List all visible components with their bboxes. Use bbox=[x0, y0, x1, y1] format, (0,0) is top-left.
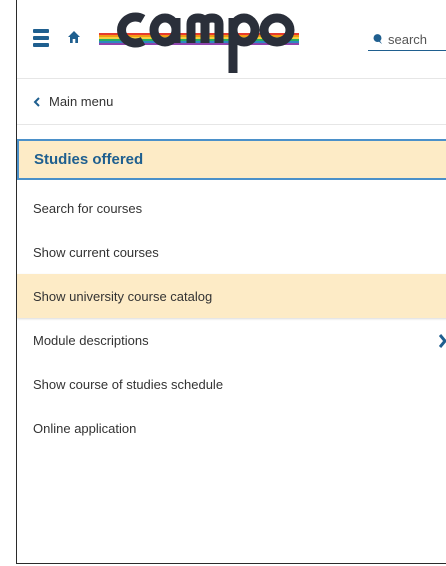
menu-item-label: Show course of studies schedule bbox=[33, 376, 224, 392]
nav-divider bbox=[17, 124, 446, 125]
menu-item-online-application[interactable]: Online application bbox=[17, 406, 446, 450]
search-input[interactable] bbox=[388, 31, 446, 47]
back-to-main-menu[interactable]: Main menu bbox=[17, 79, 446, 124]
section-title: Studies offered bbox=[17, 139, 446, 180]
campo-logo[interactable] bbox=[99, 0, 299, 76]
home-icon[interactable] bbox=[67, 30, 81, 44]
chevron-right-icon bbox=[439, 334, 446, 348]
back-label: Main menu bbox=[49, 94, 114, 109]
menu-icon[interactable] bbox=[33, 29, 49, 47]
app-frame: Main menu Studies offered Search for cou… bbox=[16, 0, 446, 564]
menu-item-label: Show university course catalog bbox=[33, 288, 213, 304]
header bbox=[17, 0, 446, 78]
menu-item-module-descriptions[interactable]: Module descriptions bbox=[17, 318, 446, 362]
menu-item-label: Show current courses bbox=[33, 244, 159, 260]
studies-menu: Search for courses Show current courses … bbox=[17, 186, 446, 450]
menu-item-studies-schedule[interactable]: Show course of studies schedule bbox=[17, 362, 446, 406]
search-icon[interactable] bbox=[372, 33, 383, 45]
menu-item-label: Search for courses bbox=[33, 200, 143, 216]
chevron-left-icon bbox=[33, 96, 40, 107]
search-box bbox=[368, 28, 446, 51]
menu-item-label: Module descriptions bbox=[33, 332, 149, 348]
menu-item-search-courses[interactable]: Search for courses bbox=[17, 186, 446, 230]
menu-item-label: Online application bbox=[33, 420, 137, 436]
menu-item-current-courses[interactable]: Show current courses bbox=[17, 230, 446, 274]
menu-item-course-catalog[interactable]: Show university course catalog bbox=[17, 274, 446, 318]
